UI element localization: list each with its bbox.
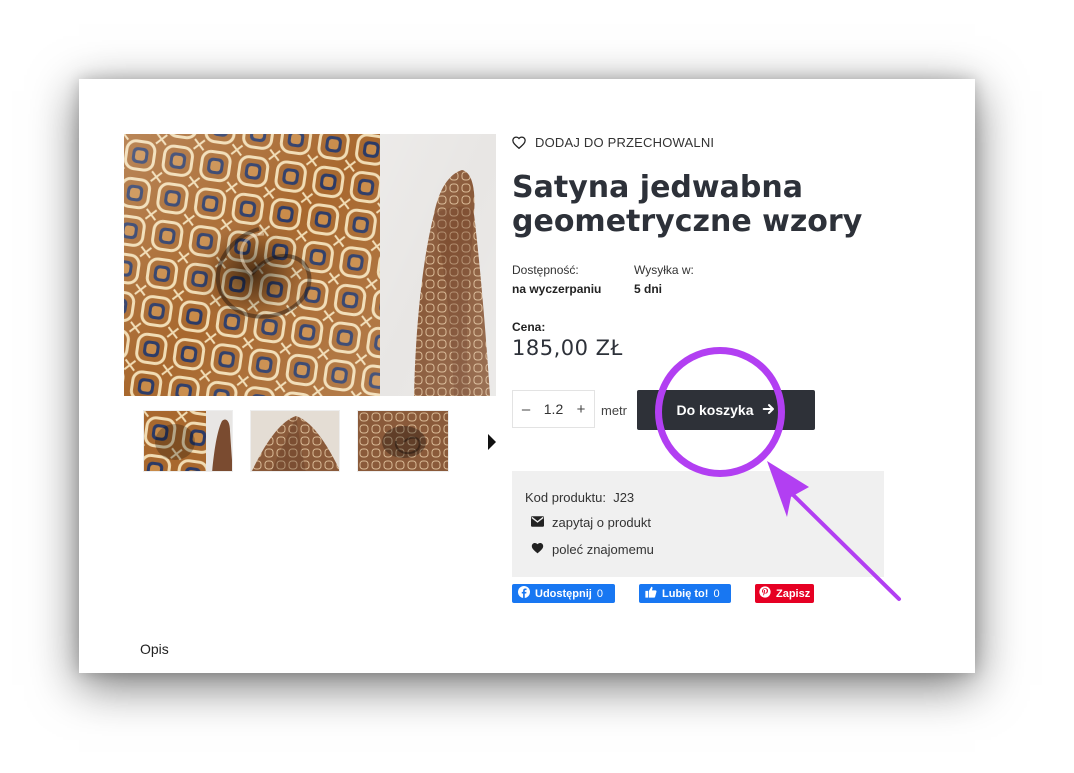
heart-icon xyxy=(531,542,544,557)
share-label: Udostępnij xyxy=(535,587,592,600)
like-label: Lubię to! xyxy=(662,587,709,600)
thumbnail-3[interactable] xyxy=(357,410,449,472)
quantity-stepper: – 1.2 + xyxy=(512,390,595,428)
availability-label: Dostępność: xyxy=(512,263,579,277)
facebook-icon xyxy=(518,586,530,601)
recommend-to-friend-link[interactable]: poleć znajomemu xyxy=(531,542,654,557)
product-code: Kod produktu: J23 xyxy=(525,490,634,505)
shipping-label: Wysyłka w: xyxy=(634,263,694,277)
price-label: Cena: xyxy=(512,320,546,334)
like-count: 0 xyxy=(713,587,720,600)
quantity-increase-button[interactable]: + xyxy=(575,401,587,418)
facebook-like-button[interactable]: Lubię to! 0 xyxy=(639,584,731,603)
availability-value: na wyczerpaniu xyxy=(512,282,602,296)
arrow-right-circle-icon xyxy=(762,402,776,419)
add-to-wishlist-link[interactable]: DODAJ DO PRZECHOWALNI xyxy=(512,135,714,150)
description-tab[interactable]: Opis xyxy=(140,641,169,657)
add-to-cart-button[interactable]: Do koszyka xyxy=(637,390,815,430)
thumbnail-next-arrow-icon[interactable] xyxy=(488,434,496,450)
quantity-input[interactable]: 1.2 xyxy=(544,401,563,417)
envelope-icon xyxy=(531,515,544,530)
shipping-value: 5 dni xyxy=(634,282,663,296)
pin-label: Zapisz xyxy=(776,587,811,600)
wishlist-label: DODAJ DO PRZECHOWALNI xyxy=(535,135,715,150)
recommend-label: poleć znajomemu xyxy=(552,542,654,557)
pinterest-save-button[interactable]: Zapisz xyxy=(755,584,814,603)
ask-about-product-label: zapytaj o produkt xyxy=(552,515,652,530)
share-count: 0 xyxy=(596,587,603,600)
ask-about-product-link[interactable]: zapytaj o produkt xyxy=(531,515,651,530)
product-info-box: Kod produktu: J23 zapytaj o produkt pole… xyxy=(512,471,884,577)
main-product-image[interactable] xyxy=(124,134,496,396)
quantity-decrease-button[interactable]: – xyxy=(520,401,532,418)
thumbnail-2[interactable] xyxy=(250,410,340,472)
quantity-unit: metr xyxy=(601,403,627,418)
thumbs-up-icon xyxy=(645,586,657,601)
product-code-label: Kod produktu: xyxy=(525,490,606,505)
add-to-cart-label: Do koszyka xyxy=(676,402,754,418)
pinterest-icon xyxy=(759,586,771,601)
thumbnail-1[interactable] xyxy=(143,410,233,472)
product-price: 185,00 ZŁ xyxy=(512,336,623,360)
product-card: DODAJ DO PRZECHOWALNI Satyna jedwabna ge… xyxy=(79,79,975,673)
heart-outline-icon xyxy=(512,136,526,149)
facebook-share-button[interactable]: Udostępnij 0 xyxy=(512,584,615,603)
product-code-value: J23 xyxy=(613,490,635,505)
product-title: Satyna jedwabna geometryczne wzory xyxy=(512,170,863,239)
